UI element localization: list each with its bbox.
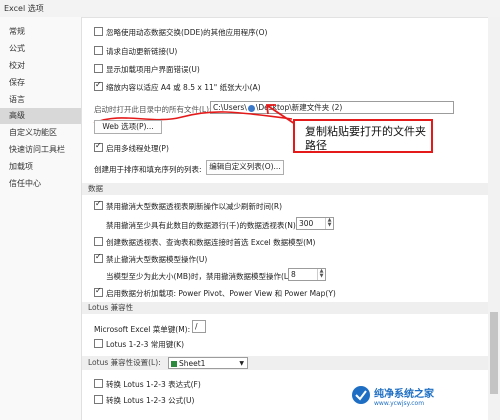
sidebar-item-save[interactable]: 保存 <box>0 75 81 91</box>
dde-label: 忽略使用动态数据交换(DDE)的其他应用程序(O) <box>106 28 268 37</box>
sidebar-item-trust-center[interactable]: 信任中心 <box>0 176 81 192</box>
window-title: Excel 选项 <box>4 4 44 13</box>
title-bar: Excel 选项 <box>0 0 500 18</box>
undo-rows-value: 300 <box>299 219 314 228</box>
options-content: 忽略使用动态数据交换(DDE)的其他应用程序(O) 请求自动更新链接(U) 显示… <box>82 17 488 420</box>
lotus-compat-header: Lotus 兼容性 <box>82 302 488 314</box>
menu-key-label: Microsoft Excel 菜单键(M): <box>94 325 191 334</box>
watermark-url: www.ycwjsy.com <box>374 400 425 407</box>
sidebar-item-customize-ribbon[interactable]: 自定义功能区 <box>0 125 81 141</box>
multithread-label: 启用多线程处理(P) <box>106 144 169 153</box>
transition-formula-eval-checkbox[interactable] <box>94 379 103 388</box>
addin-errors-label: 显示加载项用户界面错误(U) <box>106 65 200 74</box>
dde-checkbox[interactable] <box>94 27 103 36</box>
sheet-select[interactable]: Sheet1 ▼ <box>168 357 248 369</box>
scale-a4-checkbox[interactable] <box>94 80 103 91</box>
custom-list-label: 创建用于排序和填充序列的列表: <box>94 165 202 174</box>
scroll-thumb[interactable] <box>490 312 498 394</box>
edit-custom-lists-button[interactable]: 编辑自定义列表(O)... <box>206 160 284 175</box>
disable-undo-model-checkbox[interactable] <box>94 252 103 263</box>
spinner-arrows-icon[interactable]: ▲ ▼ <box>317 269 325 280</box>
scrollbar[interactable] <box>488 17 500 420</box>
sidebar: 常规 公式 校对 保存 语言 高级 自定义功能区 快速访问工具栏 加载项 信任中… <box>0 17 82 420</box>
model-size-value: 8 <box>291 270 296 279</box>
annotation-callout: 复制粘贴要打开的文件夹路径 <box>293 119 433 153</box>
sidebar-item-quick-access[interactable]: 快速访问工具栏 <box>0 142 81 158</box>
chevron-down-icon: ▼ <box>239 360 244 367</box>
multithread-checkbox[interactable] <box>94 141 103 152</box>
prefer-data-model-checkbox[interactable] <box>94 237 103 246</box>
sidebar-item-addins[interactable]: 加载项 <box>0 159 81 175</box>
data-analysis-addins-checkbox[interactable] <box>94 286 103 297</box>
transition-formula-entry-checkbox[interactable] <box>94 395 103 404</box>
watermark-logo-icon <box>352 386 370 404</box>
sheet-icon <box>171 361 177 367</box>
disable-undo-refresh-label: 禁用撤消大型数据透视表刷新操作以减少刷新时间(R) <box>106 202 283 211</box>
sidebar-item-formulas[interactable]: 公式 <box>0 41 81 57</box>
watermark-name: 纯净系统之家 <box>374 389 434 400</box>
auto-update-links-label: 请求自动更新链接(U) <box>106 47 178 56</box>
transition-formula-eval-label: 转换 Lotus 1-2-3 表达式(F) <box>106 380 201 389</box>
data-section-header: 数据 <box>82 183 488 195</box>
auto-update-links-checkbox[interactable] <box>94 46 103 55</box>
undo-rows-label: 禁用撤消至少具有此数目的数据源行(千)的数据透视表(N): <box>106 221 299 230</box>
disable-undo-model-label: 禁止撤消大型数据模型操作(U) <box>106 255 208 264</box>
data-analysis-addins-label: 启用数据分析加载项: Power Pivot、Power View 和 Powe… <box>106 289 336 298</box>
menu-key-input[interactable]: / <box>192 320 206 333</box>
sidebar-item-proofing[interactable]: 校对 <box>0 58 81 74</box>
transition-formula-entry-label: 转换 Lotus 1-2-3 公式(U) <box>106 396 195 405</box>
lotus-settings-label: Lotus 兼容性设置(L): <box>88 358 161 367</box>
sidebar-item-advanced[interactable]: 高级 <box>0 108 81 124</box>
web-options-button[interactable]: Web 选项(P)... <box>94 120 162 134</box>
addin-errors-checkbox[interactable] <box>94 64 103 73</box>
model-size-label: 当模型至少为此大小(MB)时，禁用撤消数据模型操作(L): <box>106 272 294 281</box>
sheet-select-value: Sheet1 <box>179 359 206 368</box>
lotus-nav-keys-label: Lotus 1-2-3 常用键(K) <box>106 340 185 349</box>
sidebar-item-general[interactable]: 常规 <box>0 24 81 40</box>
undo-rows-spinner[interactable]: 300 ▲ ▼ <box>296 217 334 230</box>
prefer-data-model-label: 创建数据透视表、查询表和数据连接时首选 Excel 数据模型(M) <box>106 238 316 247</box>
spinner-arrows-icon[interactable]: ▲ ▼ <box>325 218 333 229</box>
sidebar-item-language[interactable]: 语言 <box>0 92 81 108</box>
scale-a4-label: 缩放内容以适应 A4 或 8.5 x 11" 纸张大小(A) <box>106 83 261 92</box>
lotus-nav-keys-checkbox[interactable] <box>94 339 103 348</box>
model-size-spinner[interactable]: 8 ▲ ▼ <box>288 268 326 281</box>
lotus-settings-header: Lotus 兼容性设置(L): <box>82 356 488 370</box>
disable-undo-refresh-checkbox[interactable] <box>94 199 103 210</box>
